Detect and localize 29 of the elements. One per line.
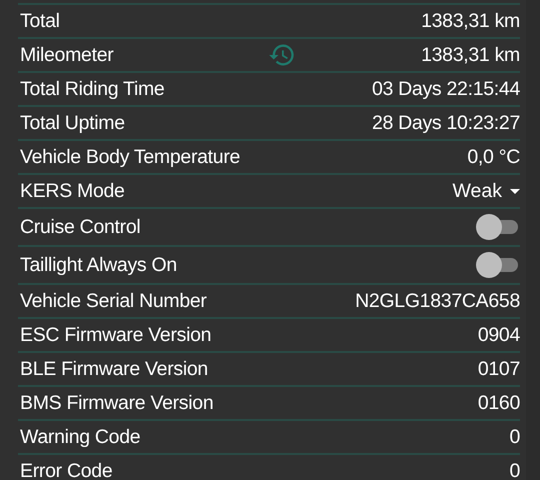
setting-label: Total <box>19 10 60 32</box>
setting-label: Taillight Always On <box>19 254 177 276</box>
setting-label: Mileometer <box>19 44 114 66</box>
setting-value: 0160 <box>478 392 520 414</box>
setting-label: Vehicle Body Temperature <box>19 146 240 168</box>
setting-value: 0904 <box>478 324 520 346</box>
setting-value: 0,0 °C <box>467 146 520 168</box>
mode-dropdown[interactable]: Weak <box>452 180 520 202</box>
setting-label: Total Uptime <box>19 112 125 134</box>
setting-value: 1383,31 km <box>421 44 520 66</box>
setting-label: ESC Firmware Version <box>19 324 212 346</box>
setting-value: 0 <box>509 426 520 448</box>
setting-label: KERS Mode <box>19 180 125 202</box>
setting-label: Vehicle Serial Number <box>19 290 207 312</box>
caret-icon <box>510 188 520 194</box>
setting-label: Total Riding Time <box>19 78 164 100</box>
setting-label: BLE Firmware Version <box>19 358 208 380</box>
setting-value: 0107 <box>478 358 520 380</box>
setting-label: Warning Code <box>19 426 140 448</box>
setting-value: 0 <box>509 460 520 480</box>
setting-label: BMS Firmware Version <box>19 392 214 414</box>
setting-label: Cruise Control <box>19 216 140 238</box>
setting-value: N2GLG1837CA658 <box>355 290 520 312</box>
toggle-switch[interactable] <box>476 214 518 240</box>
setting-label: Error Code <box>19 460 112 480</box>
toggle-switch[interactable] <box>476 252 518 278</box>
setting-value: 1383,31 km <box>421 10 520 32</box>
setting-value: 03 Days 22:15:44 <box>372 78 520 100</box>
setting-value: 28 Days 10:23:27 <box>372 112 520 134</box>
